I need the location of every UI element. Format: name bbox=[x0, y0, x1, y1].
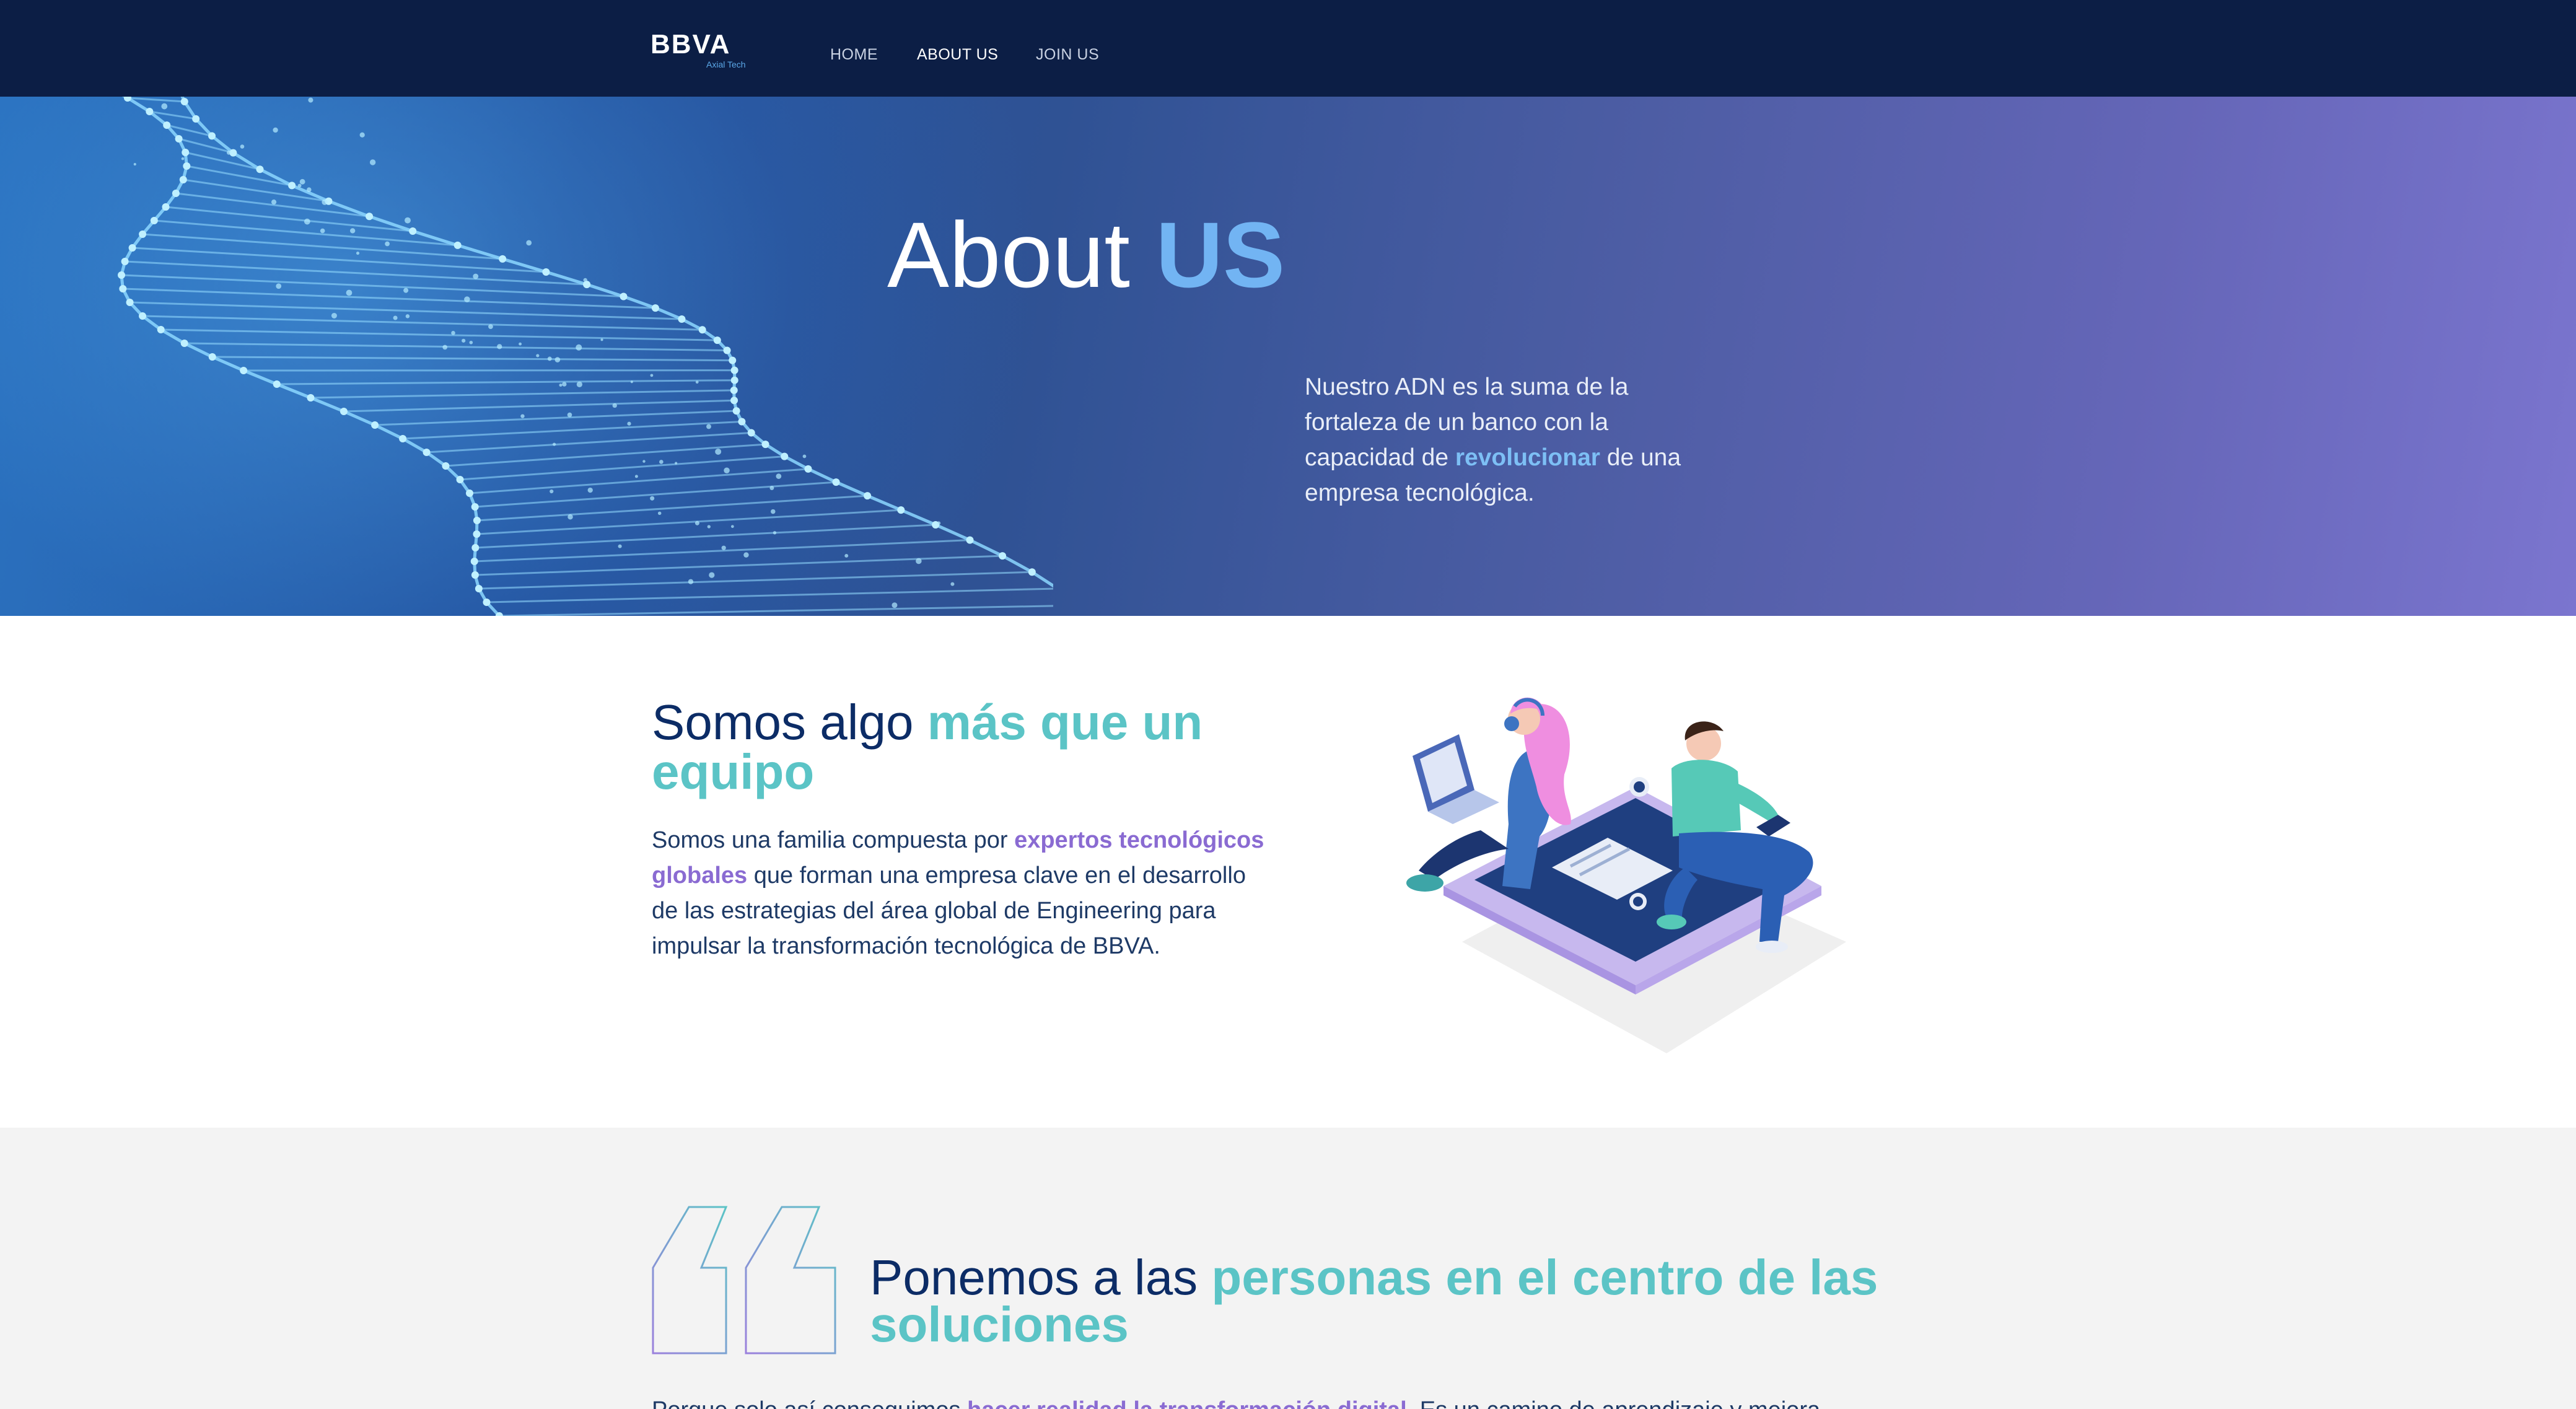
dna-helix-graphic bbox=[0, 97, 1053, 616]
team-heading: Somos algo más que un equipo bbox=[652, 698, 1271, 797]
hero-banner: About US Nuestro ADN es la suma de la fo… bbox=[0, 97, 2576, 616]
hero-title-highlight: US bbox=[1156, 203, 1285, 307]
quote-text-highlight: hacer realidad la transformación digital bbox=[967, 1397, 1407, 1409]
nav-join-link[interactable]: JOIN US bbox=[1036, 46, 1099, 64]
team-illustration bbox=[1375, 682, 1859, 1066]
top-nav: BBVA Axial Tech HOME ABOUT US JOIN US bbox=[0, 0, 2576, 97]
logo-subtitle: Axial Tech bbox=[706, 59, 746, 69]
hero-text-highlight: revolucionar bbox=[1455, 444, 1600, 471]
quote-text-1: Porque solo así conseguimos bbox=[652, 1397, 967, 1409]
team-heading-text: Somos algo bbox=[652, 695, 927, 750]
nav-about-link[interactable]: ABOUT US bbox=[917, 46, 998, 64]
bbva-logo[interactable]: BBVA Axial Tech bbox=[651, 31, 730, 58]
team-description: Somos una familia compuesta por expertos… bbox=[652, 823, 1271, 964]
logo-text: BBVA bbox=[651, 31, 730, 58]
quote-description: Porque solo así conseguimos hacer realid… bbox=[652, 1393, 1891, 1409]
nav-home-link[interactable]: HOME bbox=[830, 46, 878, 64]
quote-marks-icon bbox=[652, 1206, 838, 1354]
team-text-1: Somos una familia compuesta por bbox=[652, 827, 1014, 853]
hero-title: About US bbox=[887, 208, 1285, 301]
hero-title-text: About bbox=[887, 203, 1156, 307]
quote-text-2: . Es un camino de aprendizaje y mejora bbox=[1407, 1397, 1820, 1409]
quote-heading: Ponemos a las personas en el centro de l… bbox=[870, 1254, 1886, 1348]
hero-description: Nuestro ADN es la suma de la fortaleza d… bbox=[1305, 369, 1701, 511]
